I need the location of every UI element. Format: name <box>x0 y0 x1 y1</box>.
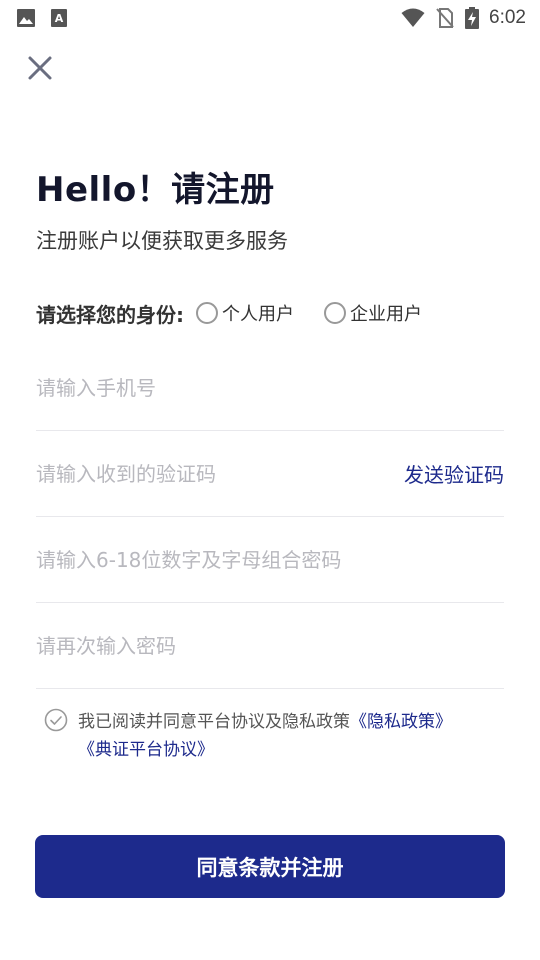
code-field-row: 发送验证码 <box>36 431 504 517</box>
close-icon <box>28 56 52 80</box>
password-field-row <box>36 517 504 603</box>
agreement-checkbox-icon[interactable] <box>44 708 68 732</box>
status-bar: A 6:02 <box>0 0 540 36</box>
no-sim-icon <box>436 8 454 28</box>
page-title: Hello！请注册 <box>36 170 275 210</box>
radio-label: 企业用户 <box>350 304 422 325</box>
agree-and-register-button[interactable]: 同意条款并注册 <box>35 835 505 898</box>
page-subtitle: 注册账户以便获取更多服务 <box>36 229 288 253</box>
verification-code-input[interactable] <box>36 461 404 486</box>
confirm-password-field-row <box>36 603 504 689</box>
image-icon <box>17 9 35 27</box>
password-input[interactable] <box>36 547 504 572</box>
svg-text:A: A <box>55 12 64 25</box>
status-time: 6:02 <box>489 7 526 28</box>
identity-selector: 请选择您的身份: 个人用户 企业用户 <box>36 298 452 328</box>
wifi-icon <box>401 8 425 27</box>
send-code-button[interactable]: 发送验证码 <box>404 459 504 488</box>
radio-label: 个人用户 <box>222 304 294 325</box>
agreement-row: 我已阅读并同意平台协议及隐私政策《隐私政策》《典证平台协议》 <box>44 708 514 764</box>
radio-circle-icon <box>324 302 346 324</box>
identity-label: 请选择您的身份: <box>36 302 184 327</box>
status-left: A <box>16 8 68 28</box>
phone-input[interactable] <box>36 375 504 400</box>
close-button[interactable] <box>26 54 54 82</box>
agreement-statement: 我已阅读并同意平台协议及隐私政策 <box>78 712 350 732</box>
battery-charging-icon <box>465 7 480 29</box>
radio-personal-user[interactable]: 个人用户 <box>196 300 294 326</box>
platform-agreement-link[interactable]: 《典证平台协议》 <box>78 740 214 760</box>
privacy-policy-link[interactable]: 《隐私政策》 <box>350 712 452 732</box>
phone-field-row <box>36 345 504 431</box>
confirm-password-input[interactable] <box>36 633 504 658</box>
font-icon: A <box>51 9 67 27</box>
agreement-text: 我已阅读并同意平台协议及隐私政策《隐私政策》《典证平台协议》 <box>78 708 452 764</box>
radio-circle-icon <box>196 302 218 324</box>
radio-enterprise-user[interactable]: 企业用户 <box>324 300 422 326</box>
status-right: 6:02 <box>401 7 526 29</box>
